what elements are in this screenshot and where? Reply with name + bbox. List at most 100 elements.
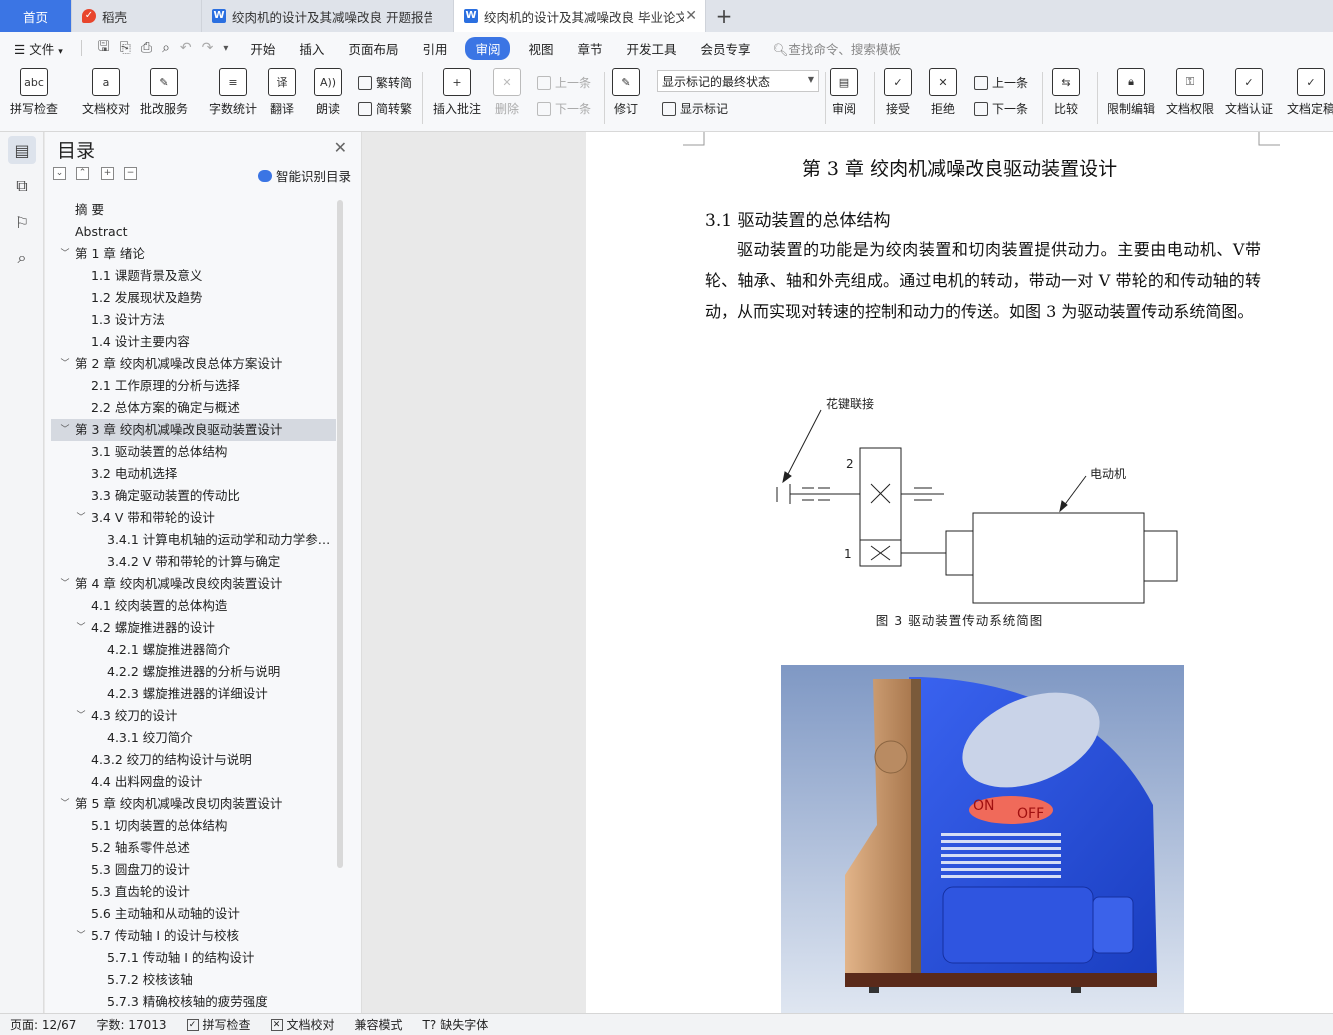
- toc-item[interactable]: 1.1 课题背景及意义: [51, 265, 336, 287]
- compare-button[interactable]: ⇆ 比较: [1052, 68, 1080, 117]
- toc-item[interactable]: 2.2 总体方案的确定与概述: [51, 397, 336, 419]
- command-search[interactable]: 🔍︎查找命令、搜索模板: [773, 39, 901, 58]
- spellcheck-button[interactable]: abc 拼写检查: [10, 68, 58, 117]
- toc-item[interactable]: ﹀ 第 4 章 绞肉机减噪改良绞肉装置设计: [51, 573, 336, 595]
- chevron-down-icon[interactable]: ﹀: [59, 419, 71, 441]
- chevron-down-icon[interactable]: ﹀: [75, 507, 87, 529]
- toc-item[interactable]: 5.3 圆盘刀的设计: [51, 859, 336, 881]
- print-preview-icon[interactable]: ⌕: [162, 40, 170, 56]
- toc-item[interactable]: ﹀ 第 2 章 绞肉机减噪改良总体方案设计: [51, 353, 336, 375]
- format-painter-icon[interactable]: ⎘: [120, 40, 131, 56]
- chapter-nav-icon[interactable]: ⧉: [8, 172, 36, 200]
- toc-item[interactable]: 1.3 设计方法: [51, 309, 336, 331]
- prev-revision-button[interactable]: 上一条: [974, 74, 1028, 91]
- undo-icon[interactable]: ↶: [180, 40, 192, 56]
- chevron-down-icon[interactable]: ﹀: [59, 573, 71, 595]
- toc-item[interactable]: 5.7.3 精确校核轴的疲劳强度: [51, 991, 336, 1013]
- batch-service-button[interactable]: ✎ 批改服务: [140, 68, 188, 117]
- menu-view[interactable]: 视图: [516, 39, 565, 58]
- toc-item[interactable]: Abstract: [51, 221, 336, 243]
- customize-icon[interactable]: ▾: [223, 43, 228, 54]
- chevron-down-icon[interactable]: ﹀: [75, 617, 87, 639]
- status-spellcheck[interactable]: ✓ 拼写检查: [177, 1016, 261, 1033]
- toc-item[interactable]: ﹀ 5.7 传动轴 I 的设计与校核: [51, 925, 336, 947]
- chevron-down-icon[interactable]: ﹀: [75, 705, 87, 727]
- tab-proposal-doc[interactable]: W 绞肉机的设计及其减噪改良 开题报告: [202, 0, 454, 32]
- doc-finalize-button[interactable]: ✓ 文档定稿: [1287, 68, 1333, 117]
- menu-insert[interactable]: 插入: [287, 39, 336, 58]
- toc-item[interactable]: 4.2.1 螺旋推进器简介: [51, 639, 336, 661]
- prev-comment-button[interactable]: 上一条: [537, 74, 591, 91]
- translate-button[interactable]: 译翻译: [268, 68, 296, 117]
- add-heading-icon[interactable]: +: [101, 167, 114, 180]
- save-icon[interactable]: 🖫: [98, 36, 110, 60]
- status-proofread[interactable]: ✕ 文档校对: [261, 1016, 345, 1033]
- remove-heading-icon[interactable]: −: [124, 167, 137, 180]
- reject-button[interactable]: ✕ 拒绝: [929, 68, 957, 117]
- revise-button[interactable]: ✎ 修订: [612, 68, 640, 117]
- missing-font[interactable]: T? 缺失字体: [413, 1016, 499, 1033]
- menu-references[interactable]: 引用: [410, 39, 459, 58]
- doc-check-button[interactable]: a 文档校对: [82, 68, 130, 117]
- toc-item[interactable]: 1.2 发展现状及趋势: [51, 287, 336, 309]
- tab-docer[interactable]: ✓ 稻壳: [72, 0, 202, 32]
- chevron-down-icon[interactable]: ﹀: [75, 925, 87, 947]
- read-aloud-button[interactable]: A)) 朗读: [314, 68, 342, 117]
- menu-review[interactable]: 审阅: [465, 36, 511, 60]
- toc-item[interactable]: 2.1 工作原理的分析与选择: [51, 375, 336, 397]
- toc-item[interactable]: 3.4.1 计算电机轴的运动学和动力学参…: [51, 529, 336, 551]
- next-comment-button[interactable]: 下一条: [537, 100, 591, 117]
- toc-icon[interactable]: ▤: [8, 136, 36, 164]
- print-icon[interactable]: ⎙: [141, 40, 152, 56]
- toc-item[interactable]: 4.2.2 螺旋推进器的分析与说明: [51, 661, 336, 683]
- toc-item[interactable]: ﹀ 4.2 螺旋推进器的设计: [51, 617, 336, 639]
- toc-item[interactable]: 4.3.2 绞刀的结构设计与说明: [51, 749, 336, 771]
- toc-item[interactable]: 5.1 切肉装置的总体结构: [51, 815, 336, 837]
- file-menu[interactable]: ☰ 文件 ▾: [0, 39, 75, 58]
- toc-item[interactable]: 5.2 轴系零件总述: [51, 837, 336, 859]
- toc-item[interactable]: ﹀ 第 5 章 绞肉机减噪改良切肉装置设计: [51, 793, 336, 815]
- new-tab-button[interactable]: +: [706, 0, 742, 32]
- toc-item[interactable]: 3.2 电动机选择: [51, 463, 336, 485]
- toc-item[interactable]: 5.7.1 传动轴 I 的结构设计: [51, 947, 336, 969]
- collapse-all-icon[interactable]: ⌄: [53, 167, 66, 180]
- insert-comment-button[interactable]: + 插入批注: [433, 68, 481, 117]
- trad-to-simp-button[interactable]: 繁转简: [358, 74, 412, 91]
- toc-item[interactable]: ﹀ 4.3 绞刀的设计: [51, 705, 336, 727]
- next-revision-button[interactable]: 下一条: [974, 100, 1028, 117]
- page-indicator[interactable]: 页面: 12/67: [0, 1016, 86, 1033]
- simp-to-trad-button[interactable]: 简转繁: [358, 100, 412, 117]
- toc-item[interactable]: ﹀ 第 3 章 绞肉机减噪改良驱动装置设计: [51, 419, 336, 441]
- review-pane-button[interactable]: ▤ 审阅: [830, 68, 858, 117]
- toc-item[interactable]: 5.7.2 校核该轴: [51, 969, 336, 991]
- toc-item[interactable]: 4.2.3 螺旋推进器的详细设计: [51, 683, 336, 705]
- menu-devtools[interactable]: 开发工具: [615, 39, 689, 58]
- accept-button[interactable]: ✓ 接受: [884, 68, 912, 117]
- toc-item[interactable]: 5.3 直齿轮的设计: [51, 881, 336, 903]
- chevron-down-icon[interactable]: ﹀: [59, 793, 71, 815]
- toc-item[interactable]: 5.6 主动轴和从动轴的设计: [51, 903, 336, 925]
- toc-item[interactable]: 3.4.2 V 带和带轮的计算与确定: [51, 551, 336, 573]
- menu-layout[interactable]: 页面布局: [336, 39, 410, 58]
- toc-item[interactable]: 3.1 驱动装置的总体结构: [51, 441, 336, 463]
- chevron-down-icon[interactable]: ﹀: [59, 243, 71, 265]
- toc-item[interactable]: 4.3.1 绞刀简介: [51, 727, 336, 749]
- document-page[interactable]: 第 3 章 绞肉机减噪改良驱动装置设计 3.1 驱动装置的总体结构 驱动装置的功…: [586, 132, 1333, 1013]
- word-count-button[interactable]: ≡ 字数统计: [209, 68, 257, 117]
- toc-item[interactable]: 摘 要: [51, 199, 336, 221]
- restrict-edit-button[interactable]: 🔒︎ 限制编辑: [1107, 68, 1155, 117]
- toc-item[interactable]: ﹀ 3.4 V 带和带轮的设计: [51, 507, 336, 529]
- show-marks-button[interactable]: 显示标记: [662, 100, 728, 117]
- search-icon[interactable]: ⌕: [8, 244, 36, 272]
- toc-item[interactable]: 4.1 绞肉装置的总体构造: [51, 595, 336, 617]
- menu-member[interactable]: 会员专享: [689, 39, 763, 58]
- toc-item[interactable]: 4.4 出料网盘的设计: [51, 771, 336, 793]
- bookmark-icon[interactable]: ⚐: [8, 208, 36, 236]
- markup-state-select[interactable]: 显示标记的最终状态 ▼: [657, 70, 819, 92]
- toc-scrollbar[interactable]: [337, 200, 343, 868]
- menu-section[interactable]: 章节: [566, 39, 615, 58]
- redo-icon[interactable]: ↷: [202, 40, 214, 56]
- doc-permission-button[interactable]: ⚿ 文档权限: [1166, 68, 1214, 117]
- smart-toc-button[interactable]: 智能识别目录: [257, 166, 351, 185]
- menu-start[interactable]: 开始: [238, 39, 287, 58]
